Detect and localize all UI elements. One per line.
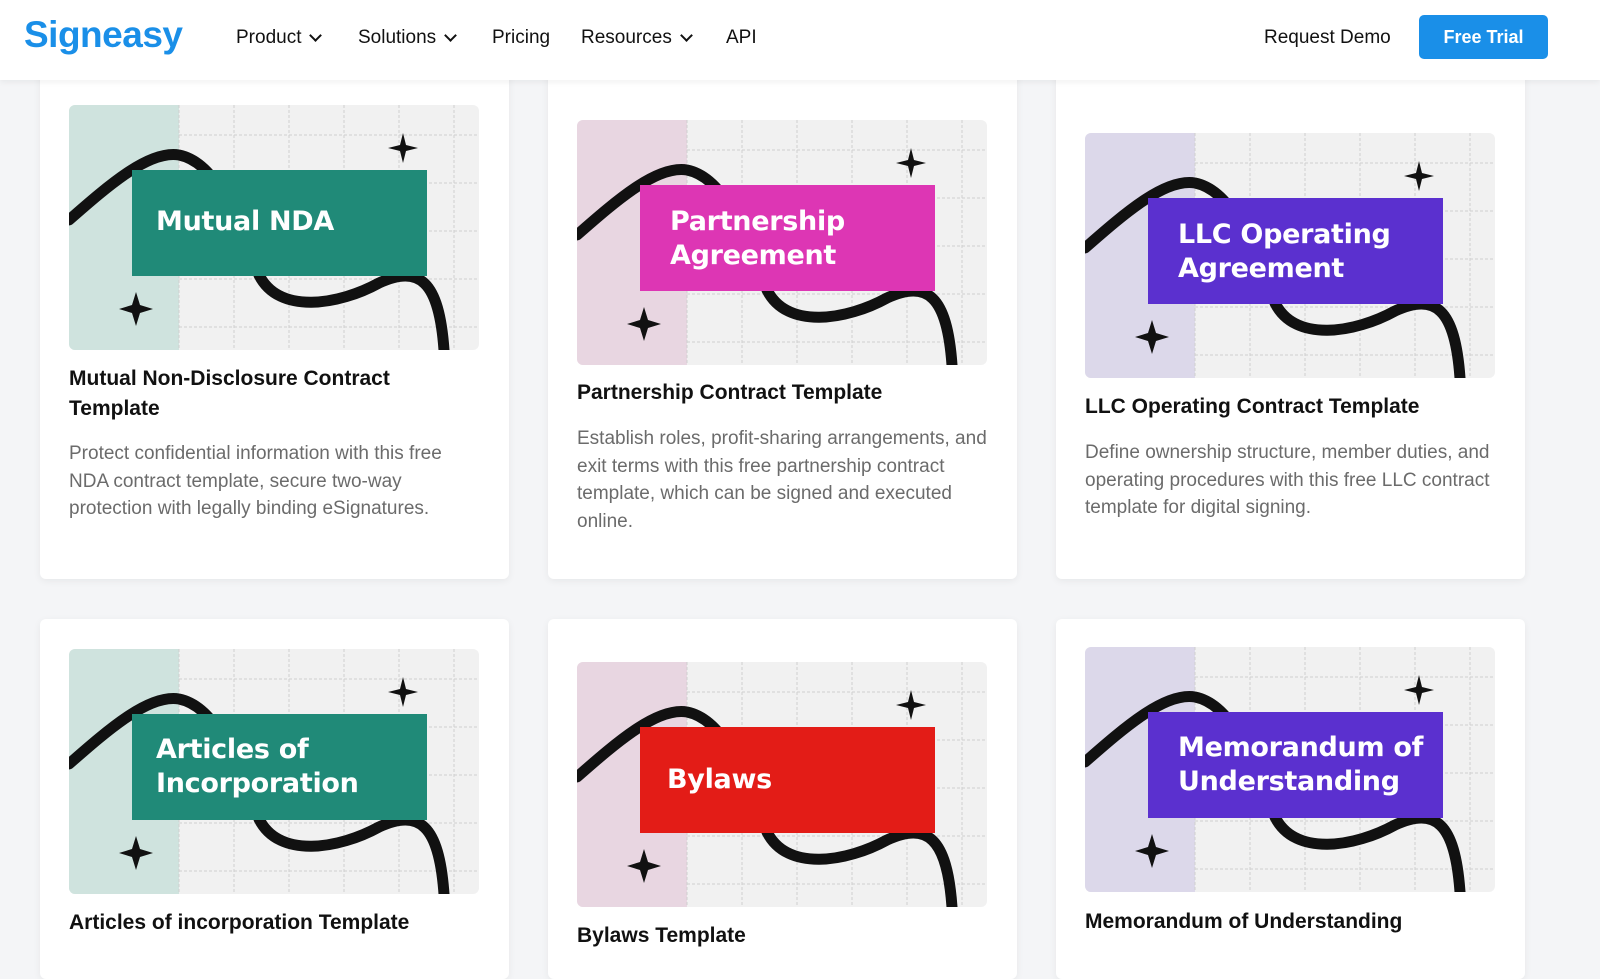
card-title: Articles of incorporation Template <box>69 911 410 934</box>
banner-label: Bylaws <box>667 764 772 795</box>
template-card[interactable]: Mutual NDA Mutual Non-Disclosure Contrac… <box>40 60 509 579</box>
nav-product[interactable]: Product <box>236 27 323 49</box>
thumbnail-art <box>577 662 987 907</box>
request-demo-link[interactable]: Request Demo <box>1264 27 1391 49</box>
template-thumbnail: Memorandum of Understanding <box>1085 647 1495 892</box>
template-card[interactable]: LLC Operating Agreement LLC Operating Con… <box>1056 60 1525 579</box>
nav-pricing[interactable]: Pricing <box>492 27 550 49</box>
card-title: Memorandum of Understanding <box>1085 910 1403 933</box>
template-card[interactable]: Articles of Incorporation Articles of inc… <box>40 619 509 979</box>
template-thumbnail: Articles of Incorporation <box>69 649 479 894</box>
banner-label: LLC Operating Agreement <box>1178 219 1391 284</box>
chevron-down-icon <box>444 28 458 42</box>
card-description: Establish roles, profit-sharing arrangem… <box>577 428 987 532</box>
template-thumbnail: Mutual NDA <box>69 105 479 350</box>
card-description: Protect confidential information with th… <box>69 443 442 519</box>
nav-resources-label: Resources <box>581 27 672 48</box>
card-description: Define ownership structure, member dutie… <box>1085 442 1490 518</box>
template-card[interactable]: Memorandum of Understanding Memorandum of… <box>1056 619 1525 979</box>
nav-product-label: Product <box>236 27 302 48</box>
signeasy-logo[interactable]: Signeasy <box>24 14 183 56</box>
template-card[interactable]: Partnership Agreement Partnership Contrac… <box>548 60 1017 579</box>
site-header: Signeasy Product Solutions Pricing Resou… <box>0 0 1600 80</box>
chevron-down-icon <box>309 28 323 42</box>
chevron-down-icon <box>679 28 693 42</box>
nav-pricing-label: Pricing <box>492 27 551 48</box>
card-title: LLC Operating Contract Template <box>1085 395 1420 418</box>
template-thumbnail: LLC Operating Agreement <box>1085 133 1495 378</box>
banner-label: Articles of Incorporation <box>156 734 359 799</box>
nav-api-label: API <box>726 27 757 48</box>
free-trial-button[interactable]: Free Trial <box>1419 15 1548 59</box>
nav-api[interactable]: API <box>726 27 757 49</box>
card-title: Bylaws Template <box>577 924 746 947</box>
template-thumbnail: Bylaws <box>577 662 987 907</box>
card-title: Partnership Contract Template <box>577 381 883 404</box>
nav-resources[interactable]: Resources <box>581 27 693 49</box>
nav-solutions-label: Solutions <box>358 27 437 48</box>
template-card[interactable]: Bylaws Bylaws Template <box>548 619 1017 979</box>
nav-solutions[interactable]: Solutions <box>358 27 458 49</box>
banner-label: Mutual NDA <box>156 206 334 237</box>
card-title: Mutual Non-Disclosure Contract Template <box>69 367 390 420</box>
banner-label: Memorandum of Understanding <box>1178 732 1424 797</box>
banner-label: Partnership Agreement <box>670 206 845 271</box>
template-thumbnail: Partnership Agreement <box>577 120 987 365</box>
